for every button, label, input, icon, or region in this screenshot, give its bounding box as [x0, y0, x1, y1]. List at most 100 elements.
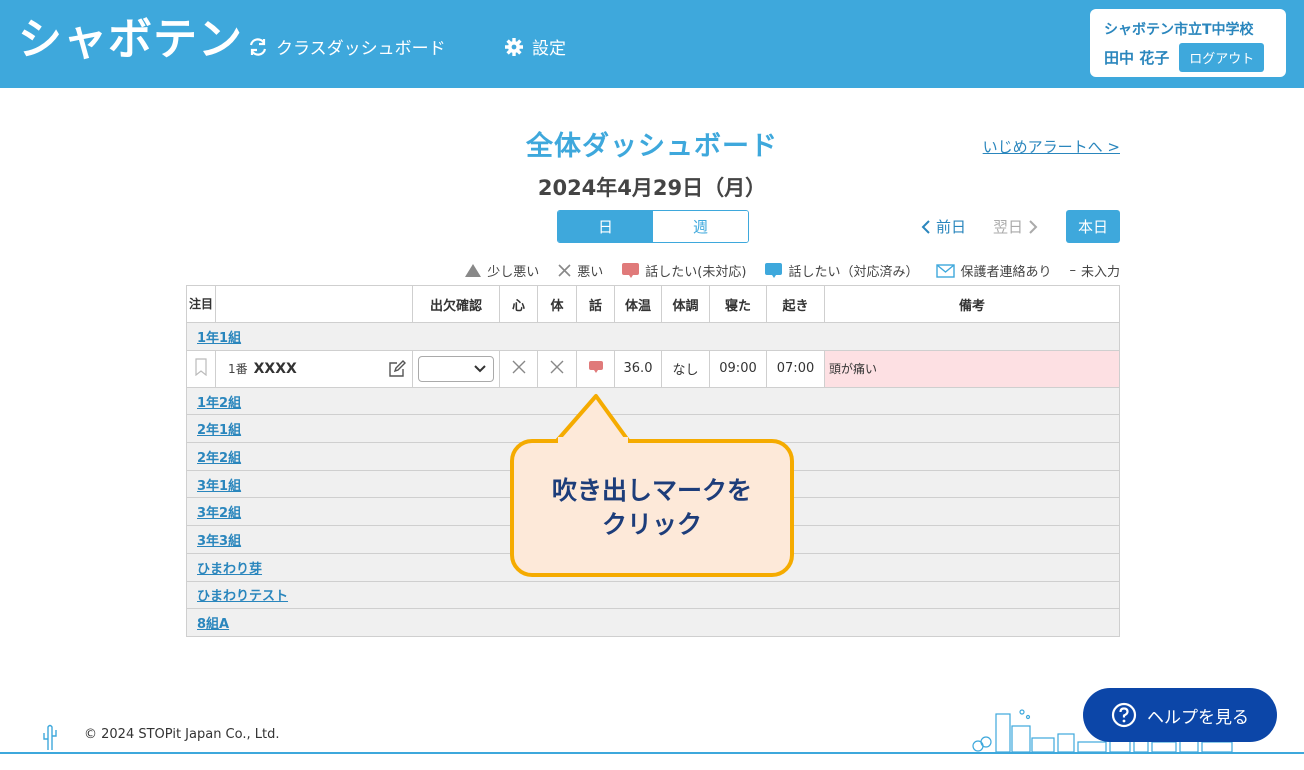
- speech-bubble-red-icon[interactable]: [588, 360, 604, 374]
- group-row: 1年2組: [186, 386, 1120, 416]
- chevron-down-icon: [474, 364, 486, 373]
- toggle-day[interactable]: 日: [558, 211, 653, 242]
- header-temp: 体温: [614, 285, 662, 323]
- nav-class-dashboard[interactable]: クラスダッシュボード: [248, 34, 446, 59]
- logout-button[interactable]: ログアウト: [1179, 43, 1265, 72]
- next-day-button[interactable]: 翌日: [993, 216, 1039, 237]
- sleep-cell: 09:00: [709, 349, 767, 388]
- notes-cell: 頭が痛い: [824, 349, 1120, 388]
- group-link[interactable]: ひまわり芽: [197, 562, 262, 577]
- envelope-icon: [936, 263, 956, 278]
- copyright: © 2024 STOPit Japan Co., Ltd.: [84, 727, 280, 742]
- legend-none-label: 未入力: [1080, 265, 1120, 280]
- group-link[interactable]: 2年1組: [197, 423, 241, 438]
- question-circle-icon: [1111, 702, 1137, 728]
- bookmark-icon[interactable]: [194, 358, 208, 376]
- cross-icon: [512, 360, 525, 374]
- student-row: 1番 XXXX 36.0 なし 09:00 07:00 頭が痛い: [186, 349, 1120, 388]
- condition-cell: なし: [661, 349, 710, 388]
- prev-day-button[interactable]: 前日: [920, 216, 966, 237]
- legend-bad-label: 悪い: [577, 265, 604, 280]
- group-row: 8組A: [186, 608, 1120, 637]
- header-sleep: 寝た: [709, 285, 767, 323]
- student-name-cell: 1番 XXXX: [215, 349, 413, 388]
- attention-cell: [186, 349, 216, 388]
- help-button[interactable]: ヘルプを見る: [1083, 688, 1277, 742]
- callout-line-1: 吹き出しマークを: [551, 476, 752, 505]
- group-link[interactable]: ひまわりテスト: [197, 589, 288, 604]
- header-attention: 注目: [186, 285, 216, 323]
- footer-line: [0, 752, 1304, 754]
- nav-settings-label: 設定: [532, 39, 566, 59]
- group-link[interactable]: 2年2組: [197, 451, 241, 466]
- group-row: 1年1組: [186, 322, 1120, 351]
- nav-class-dashboard-label: クラスダッシュボード: [276, 39, 446, 59]
- next-day-label: 翌日: [993, 218, 1024, 236]
- legend-talk-handled: 話したい（対応済み）: [764, 261, 918, 280]
- student-number: 1番: [228, 362, 248, 377]
- gear-icon: [505, 37, 523, 56]
- wake-cell: 07:00: [766, 349, 825, 388]
- group-link[interactable]: 8組A: [197, 617, 229, 632]
- current-date: 2024年4月29日（月）: [537, 176, 767, 200]
- header-body: 体: [537, 285, 577, 323]
- tutorial-callout: 吹き出しマークを クリック: [510, 439, 794, 577]
- legend-talk-unhandled: 話したい(未対応): [621, 261, 746, 280]
- callout-pointer-cover: [558, 437, 628, 447]
- today-button[interactable]: 本日: [1066, 210, 1120, 243]
- chevron-left-icon: [921, 219, 930, 234]
- help-button-label: ヘルプを見る: [1147, 707, 1249, 728]
- nav-settings[interactable]: 設定: [504, 34, 566, 59]
- legend-guardian: 保護者連絡あり: [936, 261, 1051, 280]
- mind-cell: [499, 349, 538, 388]
- temp-cell: 36.0: [614, 349, 662, 388]
- table-header-row: 注目 出欠確認 心 体 話 体温 体調 寝た 起き 備考: [186, 285, 1120, 323]
- toggle-week[interactable]: 週: [653, 211, 748, 242]
- legend-slightly-bad: 少し悪い: [464, 261, 539, 280]
- header-wake: 起き: [766, 285, 825, 323]
- bullying-alert-link[interactable]: いじめアラートへ >: [983, 136, 1120, 157]
- school-name: シャボテン市立T中学校: [1104, 22, 1254, 38]
- legend-slightly-bad-label: 少し悪い: [487, 265, 540, 280]
- group-link[interactable]: 1年2組: [197, 396, 241, 411]
- app-logo[interactable]: シャボテン: [18, 8, 243, 72]
- edit-icon[interactable]: [388, 359, 406, 378]
- header-talk: 話: [576, 285, 615, 323]
- legend-talk-unhandled-label: 話したい(未対応): [645, 265, 747, 280]
- cross-icon: [558, 264, 571, 277]
- user-name: 田中 花子: [1104, 49, 1170, 67]
- group-link[interactable]: 3年1組: [197, 479, 241, 494]
- body-cell: [537, 349, 577, 388]
- app-header: シャボテン クラスダッシュボード 設定 シャボテン市立T中学校 田中 花子 ログ…: [0, 0, 1304, 88]
- group-link[interactable]: 3年3組: [197, 534, 241, 549]
- attendance-select[interactable]: [418, 355, 494, 382]
- talk-cell: [576, 349, 615, 388]
- legend-bad: 悪い: [557, 261, 603, 280]
- legend-talk-handled-label: 話したい（対応済み）: [788, 265, 919, 280]
- legend: 少し悪い 悪い 話したい(未対応) 話したい（対応済み） 保護者連絡あり – 未…: [464, 261, 1120, 280]
- attendance-cell: [412, 349, 500, 388]
- chevron-right-icon: [1029, 219, 1038, 234]
- legend-guardian-label: 保護者連絡あり: [960, 265, 1052, 280]
- user-box: シャボテン市立T中学校 田中 花子 ログアウト: [1090, 9, 1286, 77]
- period-toggle: 日 週: [557, 210, 749, 243]
- triangle-icon: [465, 264, 482, 277]
- speech-bubble-blue-icon: [765, 263, 783, 278]
- callout-line-2: クリック: [601, 510, 702, 539]
- group-link[interactable]: 1年1組: [197, 331, 241, 346]
- group-row: ひまわりテスト: [186, 580, 1120, 610]
- speech-bubble-red-icon: [622, 263, 640, 278]
- refresh-icon: [249, 37, 267, 56]
- header-mind: 心: [499, 285, 538, 323]
- legend-none-mark: –: [1069, 263, 1076, 278]
- legend-none: – 未入力: [1069, 261, 1120, 280]
- cactus-icon: [43, 724, 57, 750]
- header-notes: 備考: [824, 285, 1120, 323]
- header-name: [215, 285, 413, 323]
- header-condition: 体調: [661, 285, 710, 323]
- header-attendance: 出欠確認: [412, 285, 500, 323]
- cross-icon: [550, 360, 564, 374]
- group-link[interactable]: 3年2組: [197, 506, 241, 521]
- prev-day-label: 前日: [936, 218, 967, 236]
- student-name: XXXX: [253, 361, 297, 378]
